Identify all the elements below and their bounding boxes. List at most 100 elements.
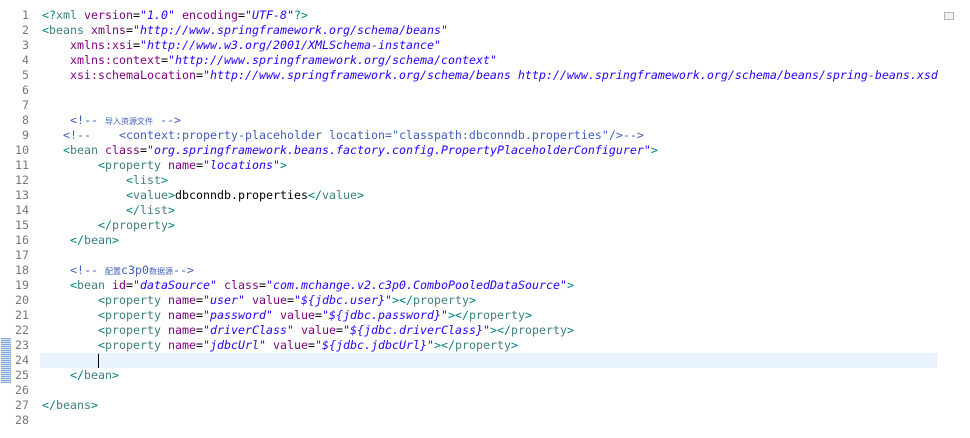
xml-bracket: >: [468, 293, 476, 307]
code-line[interactable]: [40, 98, 938, 113]
attribute-name: encoding: [175, 8, 238, 22]
line-number: 25: [15, 368, 29, 382]
xml-bracket: <: [63, 143, 70, 157]
code-line[interactable]: <!-- 配置c3p0数据源-->: [40, 263, 938, 278]
line-number: 21: [15, 308, 29, 322]
text-content: =: [161, 53, 168, 67]
code-line[interactable]: xmlns:context="http://www.springframewor…: [40, 53, 938, 68]
attribute-value: "http://www.w3.org/2001/XMLSchema-instan…: [140, 38, 441, 52]
indentation: [42, 188, 126, 202]
text-content: =: [126, 278, 133, 292]
code-line[interactable]: <list>: [40, 173, 938, 188]
code-line[interactable]: <!-- 导入资源文件 -->: [40, 113, 938, 128]
code-line[interactable]: xmlns:xsi="http://www.w3.org/2001/XMLSch…: [40, 38, 938, 53]
code-line[interactable]: </bean>: [40, 368, 938, 383]
code-line[interactable]: </beans>: [40, 398, 938, 413]
code-line[interactable]: <property name="user" value="${jdbc.user…: [40, 293, 938, 308]
xml-bracket: <: [126, 188, 133, 202]
text-content: =: [308, 338, 315, 352]
text-content: =: [287, 293, 294, 307]
indentation: [42, 278, 70, 292]
line-number: 15: [15, 218, 29, 232]
attribute-name: value: [273, 308, 315, 322]
line-number: 16: [15, 233, 29, 247]
comment-cjk: 数据源: [149, 267, 173, 276]
indentation: [42, 263, 70, 277]
code-line[interactable]: <property name="locations">: [40, 158, 938, 173]
text-content: =: [140, 143, 147, 157]
comment: <!--: [70, 113, 105, 127]
attribute-value: "jdbcUrl": [203, 338, 266, 352]
text-content: dbconndb.properties: [175, 188, 308, 202]
line-number-gutter: 1 2 3 4 5 6 7 8 9 10 11 12 13 14 15 16 17 18 19 20 21 22 23 24 2…: [0, 0, 40, 438]
code-line[interactable]: [40, 248, 938, 263]
xml-bracket: <: [126, 173, 133, 187]
xml-bracket: </: [440, 338, 455, 352]
text-content: =: [196, 158, 203, 172]
indentation: [42, 203, 126, 217]
attribute-value: "UTF-8": [245, 8, 294, 22]
text-content: =: [133, 8, 140, 22]
code-line[interactable]: </property>: [40, 218, 938, 233]
tag-name: property: [105, 308, 161, 322]
code-lines[interactable]: <?xml version="1.0" encoding="UTF-8"?> <b…: [40, 0, 938, 438]
overview-ruler-marker[interactable]: [944, 12, 954, 20]
code-line[interactable]: <property name="jdbcUrl" value="${jdbc.j…: [40, 338, 938, 353]
code-line[interactable]: <?xml version="1.0" encoding="UTF-8"?>: [40, 8, 938, 23]
tag-name: beans: [56, 398, 91, 412]
code-line[interactable]: <beans xmlns="http://www.springframework…: [40, 23, 938, 38]
line-number: 4: [22, 53, 29, 67]
line-number: 6: [22, 83, 29, 97]
text-content: =: [195, 68, 203, 82]
attribute-value: "http://www.springframework.org/schema/c…: [168, 53, 497, 67]
xml-bracket: <: [98, 338, 105, 352]
xml-bracket: >: [91, 398, 98, 412]
line-number: 1: [22, 8, 29, 22]
code-line[interactable]: [40, 413, 938, 428]
code-line[interactable]: <bean class="org.springframework.beans.f…: [40, 143, 938, 158]
code-line[interactable]: [40, 383, 938, 398]
tag-name: property: [510, 323, 567, 337]
code-line[interactable]: <!-- <context:property-placeholder locat…: [40, 128, 938, 143]
code-line[interactable]: <property name="driverClass" value="${jd…: [40, 323, 938, 338]
code-line[interactable]: <value>dbconndb.properties</value>: [40, 188, 938, 203]
line-number: 28: [15, 413, 29, 427]
attribute-value: "dataSource": [133, 278, 217, 292]
xml-bracket: <: [98, 323, 105, 337]
comment: c3p0: [121, 263, 149, 277]
attribute-name: xmlns:xsi: [70, 38, 133, 52]
xml-editor[interactable]: 1 2 3 4 5 6 7 8 9 10 11 12 13 14 15 16 17 18 19 20 21 22 23 24 2…: [0, 0, 970, 438]
comment: <!--: [70, 263, 105, 277]
code-line[interactable]: xsi:schemaLocation="http://www.springfra…: [40, 68, 938, 83]
xml-bracket: <: [42, 23, 49, 37]
overview-ruler[interactable]: [938, 0, 970, 438]
line-number: 23: [15, 338, 29, 352]
code-line[interactable]: </list>: [40, 203, 938, 218]
text-content: =: [133, 38, 140, 52]
xml-bracket: </: [70, 368, 84, 382]
indentation: [42, 308, 98, 322]
tag-name: property: [105, 323, 161, 337]
tag-name: xml: [56, 8, 77, 22]
code-line[interactable]: <bean id="dataSource" class="com.mchange…: [40, 278, 938, 293]
xml-bracket: >: [391, 293, 399, 307]
line-number: 9: [22, 128, 29, 142]
comment: -->: [153, 113, 181, 127]
tag-name: list: [133, 173, 161, 187]
attribute-value: "org.springframework.beans.factory.confi…: [147, 143, 651, 157]
code-line[interactable]: [40, 353, 938, 368]
xml-bracket: >: [510, 338, 518, 352]
xml-bracket: >: [168, 203, 175, 217]
editor-text-area[interactable]: <?xml version="1.0" encoding="UTF-8"?> <b…: [40, 0, 938, 438]
tag-name: value: [133, 188, 168, 202]
tag-name: bean: [77, 278, 105, 292]
code-line[interactable]: [40, 83, 938, 98]
tag-name: bean: [84, 368, 112, 382]
code-line[interactable]: <property name="password" value="${jdbc.…: [40, 308, 938, 323]
text-caret: [98, 353, 99, 368]
attribute-name: value: [266, 338, 308, 352]
attribute-name: name: [161, 338, 196, 352]
xml-bracket: >: [112, 233, 119, 247]
tag-name: bean: [70, 143, 98, 157]
code-line[interactable]: </bean>: [40, 233, 938, 248]
